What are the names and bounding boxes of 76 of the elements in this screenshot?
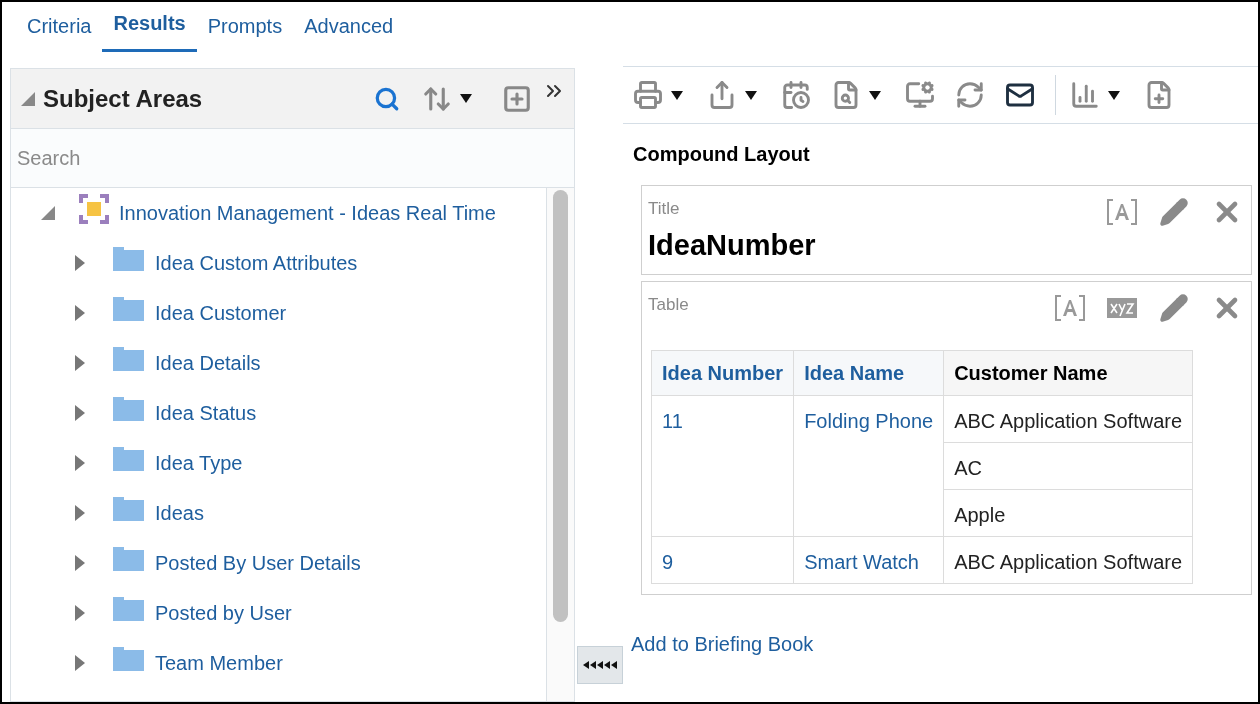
- caret-icon: [869, 90, 881, 100]
- refresh-icon: [955, 80, 985, 110]
- table-cell[interactable]: Smart Watch: [793, 536, 944, 583]
- tree-item[interactable]: Posted By User Details: [155, 548, 361, 578]
- label-icon[interactable]: [1107, 297, 1137, 318]
- caret-icon: [745, 90, 757, 100]
- expand-triangle-icon[interactable]: [75, 605, 85, 621]
- column-header[interactable]: Idea Number: [651, 350, 794, 395]
- folder-icon: [113, 347, 144, 371]
- toolbar-button[interactable]: [633, 80, 683, 110]
- column-header: Customer Name: [943, 350, 1193, 395]
- panel-title: Subject Areas: [43, 83, 204, 114]
- toolbar-separator: [1055, 75, 1056, 115]
- expand-triangle-icon[interactable]: [75, 505, 85, 521]
- title-text: IdeaNumber: [648, 228, 817, 263]
- add-selection-icon[interactable]: [502, 83, 532, 114]
- tab[interactable]: Criteria: [16, 2, 103, 52]
- table-cell[interactable]: 9: [651, 536, 794, 583]
- bar-chart-icon: [1070, 80, 1100, 110]
- table-cell: ABC Application Software: [943, 395, 1193, 442]
- expand-triangle-icon[interactable]: [75, 355, 85, 371]
- tree-item[interactable]: Idea Customer: [155, 298, 287, 328]
- table-cell: Apple: [943, 489, 1193, 536]
- collapse-pane-button[interactable]: [577, 646, 623, 684]
- view-label: Table: [648, 293, 689, 316]
- folder-icon: [113, 497, 144, 521]
- expand-triangle-icon[interactable]: [75, 305, 85, 321]
- table-cell: AC: [943, 442, 1193, 489]
- toolbar-button[interactable]: [1070, 80, 1120, 110]
- view-label: Title: [648, 198, 680, 220]
- edit-icon[interactable]: [1159, 292, 1189, 323]
- tree-item[interactable]: Ideas: [155, 498, 204, 528]
- expand-triangle-icon[interactable]: [75, 555, 85, 571]
- caret-icon: [1108, 90, 1120, 100]
- briefing-book-link[interactable]: Add to Briefing Book: [631, 628, 814, 659]
- tree-item[interactable]: Idea Details: [155, 348, 261, 378]
- tree-item[interactable]: Idea Status: [155, 398, 257, 428]
- expand-triangle-icon[interactable]: [75, 655, 85, 671]
- table-cell: ABC Application Software: [943, 536, 1193, 583]
- folder-icon: [113, 397, 144, 421]
- calendar-clock-icon: [781, 80, 811, 110]
- arrows-left-icon: [582, 660, 618, 670]
- monitor-gear-icon: [905, 80, 935, 110]
- search-field[interactable]: Search: [11, 129, 574, 188]
- caret-icon: [671, 90, 683, 100]
- folder-icon: [113, 247, 144, 271]
- edit-icon[interactable]: [1159, 197, 1189, 227]
- tree-item[interactable]: Team Member: [155, 648, 283, 678]
- layout-title: Compound Layout: [633, 142, 811, 167]
- expand-triangle-icon[interactable]: [75, 455, 85, 471]
- folder-icon: [113, 447, 144, 471]
- folder-icon: [113, 297, 144, 321]
- scrollbar-thumb[interactable]: [553, 190, 568, 622]
- subject-area-icon: [79, 194, 109, 224]
- expand-triangle-icon[interactable]: [75, 255, 85, 271]
- expand-triangle-icon[interactable]: [75, 405, 85, 421]
- tab[interactable]: Prompts: [196, 2, 294, 52]
- tab[interactable]: Advanced: [293, 2, 405, 52]
- column-header[interactable]: Idea Name: [793, 350, 944, 395]
- tree-item[interactable]: Idea Custom Attributes: [155, 248, 358, 278]
- folder-icon: [113, 597, 144, 621]
- search-icon[interactable]: [374, 85, 400, 112]
- print-icon: [633, 80, 663, 110]
- folder-icon: [113, 647, 144, 671]
- tab[interactable]: Results: [102, 2, 197, 52]
- tree-item[interactable]: Idea Type: [155, 448, 243, 478]
- tree-item[interactable]: Posted by User: [155, 598, 292, 628]
- folder-icon: [113, 547, 144, 571]
- tree-item[interactable]: Innovation Management - Ideas Real Time: [119, 198, 496, 228]
- collapse-triangle-icon[interactable]: [21, 91, 35, 106]
- format-text-icon[interactable]: [1055, 294, 1085, 321]
- caret-icon: [460, 94, 472, 103]
- format-text-icon[interactable]: [1107, 199, 1137, 225]
- table-cell[interactable]: Folding Phone: [793, 395, 944, 536]
- collapse-triangle-icon[interactable]: [41, 206, 55, 220]
- table-cell[interactable]: 11: [651, 395, 794, 536]
